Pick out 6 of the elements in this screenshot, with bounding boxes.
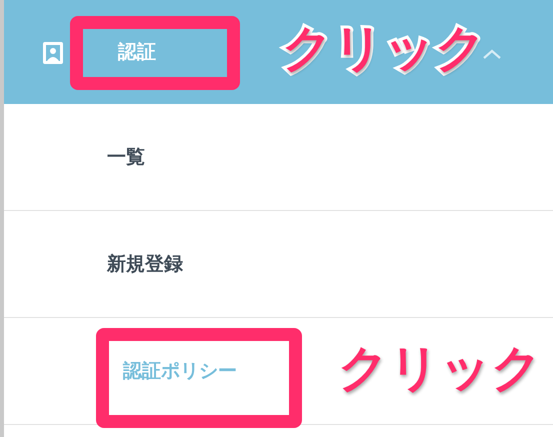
click-label: クリック <box>282 18 486 78</box>
menu-header-label: 認証 <box>118 40 156 65</box>
submenu-item[interactable]: 新規登録 <box>107 251 183 277</box>
id-card-icon <box>42 41 64 65</box>
submenu-item[interactable]: 一覧 <box>107 144 145 170</box>
click-label: クリック <box>338 338 542 398</box>
